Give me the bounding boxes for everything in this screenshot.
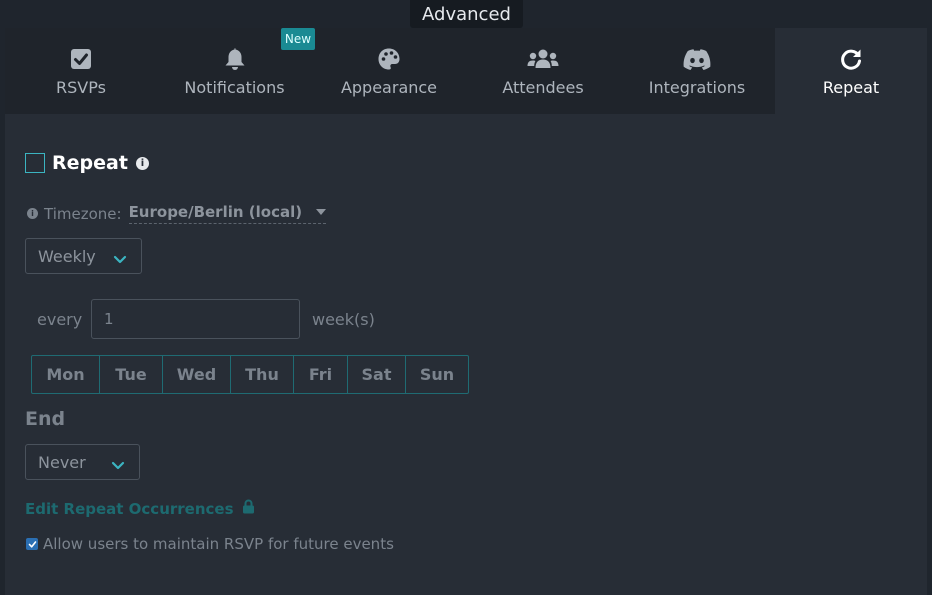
end-select[interactable]: Never <box>25 444 140 480</box>
weekday-selector: Mon Tue Wed Thu Fri Sat Sun <box>31 355 469 394</box>
tab-rsvps-label: RSVPs <box>56 78 106 97</box>
refresh-icon <box>839 46 863 72</box>
new-badge: New <box>281 28 315 50</box>
checkbox-icon <box>70 46 92 72</box>
tab-rsvps[interactable]: RSVPs <box>31 28 131 114</box>
timezone-label: Timezone: <box>44 204 122 223</box>
tab-notifications[interactable]: Notifications <box>177 28 292 114</box>
lock-icon <box>242 499 255 518</box>
tab-appearance-label: Appearance <box>340 78 438 97</box>
interval-input[interactable]: 1 <box>91 299 300 339</box>
tab-integrations[interactable]: Integrations <box>647 28 747 114</box>
frequency-value: Weekly <box>38 246 96 266</box>
bell-icon <box>224 46 246 72</box>
day-thu[interactable]: Thu <box>231 356 294 393</box>
tab-appearance[interactable]: Appearance <box>339 28 439 114</box>
tab-repeat[interactable]: Repeat <box>801 28 901 114</box>
frequency-select[interactable]: Weekly <box>25 238 142 274</box>
chevron-down-icon <box>111 456 125 475</box>
allow-rsvp-row: Allow users to maintain RSVP for future … <box>26 535 394 553</box>
allow-rsvp-label: Allow users to maintain RSVP for future … <box>43 535 394 553</box>
tab-integrations-label: Integrations <box>648 78 746 97</box>
timezone-value: Europe/Berlin (local) <box>128 203 303 221</box>
tab-attendees[interactable]: Attendees <box>493 28 593 114</box>
info-icon[interactable]: i <box>135 156 149 170</box>
interval-value: 1 <box>104 310 114 328</box>
timezone-row: i Timezone: Europe/Berlin (local) <box>27 203 327 224</box>
day-wed[interactable]: Wed <box>163 356 231 393</box>
day-mon[interactable]: Mon <box>32 356 100 393</box>
allow-rsvp-checkbox[interactable] <box>26 538 38 550</box>
timezone-info-icon: i <box>27 208 38 219</box>
day-tue[interactable]: Tue <box>100 356 163 393</box>
advanced-section-label: Advanced <box>410 0 523 28</box>
edit-repeat-occurrences-label: Edit Repeat Occurrences <box>25 499 234 518</box>
tab-attendees-label: Attendees <box>502 78 584 97</box>
tab-repeat-label: Repeat <box>822 78 880 97</box>
end-value: Never <box>38 452 86 472</box>
day-fri[interactable]: Fri <box>294 356 348 393</box>
end-heading: End <box>25 408 66 430</box>
users-icon <box>527 46 559 72</box>
caret-down-icon <box>316 209 327 215</box>
repeat-title: Repeat <box>52 152 128 174</box>
edit-repeat-occurrences-link[interactable]: Edit Repeat Occurrences <box>25 499 255 518</box>
day-sat[interactable]: Sat <box>348 356 406 393</box>
unit-label: week(s) <box>312 310 375 329</box>
tab-notifications-label: Notifications <box>184 78 285 97</box>
every-label: every <box>37 310 83 329</box>
timezone-select[interactable]: Europe/Berlin (local) <box>128 203 327 224</box>
palette-icon <box>377 46 401 72</box>
discord-icon <box>683 46 711 72</box>
settings-tabbar: RSVPs Notifications New Appearance Atten… <box>5 28 775 114</box>
repeat-checkbox[interactable] <box>25 153 45 173</box>
settings-panel: RSVPs Notifications New Appearance Atten… <box>5 28 927 595</box>
day-sun[interactable]: Sun <box>406 356 468 393</box>
chevron-down-icon <box>113 250 127 269</box>
repeat-toggle-row: Repeat i <box>25 152 149 174</box>
